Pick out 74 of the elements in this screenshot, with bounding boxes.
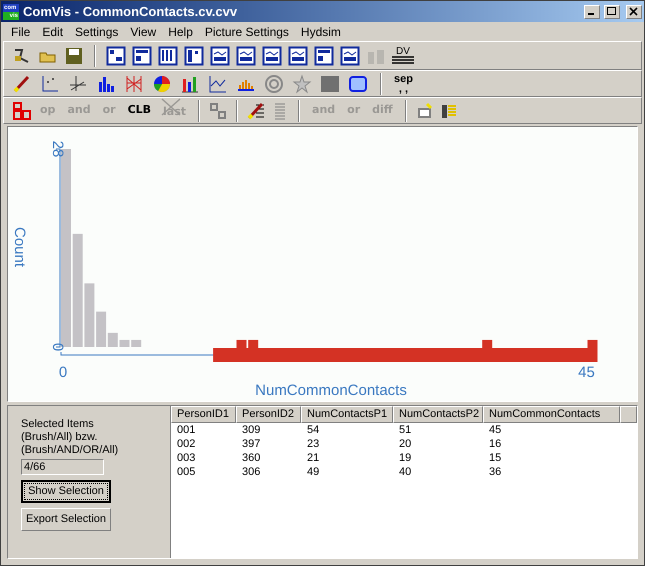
table-cell-text: 002 (176, 437, 196, 451)
y-tick-label: 0 (49, 342, 66, 352)
menu-item[interactable]: View (124, 22, 162, 40)
table-cell-text: 306 (241, 465, 262, 479)
selection-label: Selected Items (21, 418, 95, 431)
two-squares-icon[interactable] (208, 100, 228, 120)
table-cell-text: 49 (306, 465, 320, 479)
menu-item[interactable]: File (5, 22, 36, 40)
table-cell-text: 21 (306, 451, 320, 465)
line-chart-icon[interactable] (208, 74, 228, 94)
layout-icon[interactable] (158, 46, 178, 66)
brush-icon[interactable] (12, 74, 32, 94)
table-cell-text: 36 (488, 465, 502, 479)
column-header[interactable]: NumContactsP2 (393, 406, 483, 423)
x-tick-label: 0 (58, 364, 68, 381)
column-header[interactable]: NumContactsP1 (301, 406, 393, 423)
maximize-button[interactable] (604, 4, 620, 18)
close-icon (629, 7, 639, 16)
layout-icon[interactable] (314, 46, 334, 66)
pie-chart-icon[interactable] (152, 74, 172, 94)
layout-icon[interactable] (340, 46, 360, 66)
window-title: ComVis - CommonContacts.cv.cvv (23, 2, 238, 21)
table-cell-text: 397 (241, 437, 262, 451)
table-cell-text: 15 (488, 451, 502, 465)
table-cell-text: 360 (241, 451, 262, 465)
table-cell-text: 45 (488, 423, 502, 437)
table-cell-text: 20 (398, 437, 412, 451)
column-header[interactable]: NumCommonContacts (483, 406, 620, 423)
save-icon[interactable] (64, 46, 84, 66)
close-button[interactable] (626, 4, 642, 18)
table-cell-text: 309 (241, 423, 262, 437)
selection-button[interactable]: Export Selection (21, 508, 111, 531)
y-tick-label: 28 (49, 140, 66, 158)
layout-icon[interactable] (210, 46, 230, 66)
scatter-plot-icon[interactable] (40, 74, 60, 94)
layout-icon[interactable] (288, 46, 308, 66)
menu-item[interactable]: Hydsim (294, 22, 347, 40)
selection-count-field: 4/66 (21, 459, 104, 475)
column-header[interactable]: PersonID2 (236, 406, 301, 423)
x-axis-label: NumCommonContacts (255, 382, 407, 399)
menu-item[interactable]: Picture Settings (198, 22, 295, 40)
table-cell-text: 003 (176, 451, 196, 465)
parallel-coordinates-icon[interactable] (124, 74, 144, 94)
table-cell-text: 001 (176, 423, 196, 437)
table-cell-text: 40 (398, 465, 412, 479)
menu-item[interactable]: Edit (36, 22, 70, 40)
table-cell-text: 16 (488, 437, 502, 451)
minimize-button[interactable] (584, 4, 600, 18)
column-header[interactable]: PersonID1 (171, 406, 236, 423)
table-cell-text: 19 (398, 451, 412, 465)
table-cell-text: 51 (398, 423, 412, 437)
star-icon[interactable] (292, 74, 312, 94)
selection-label: (Brush/All) bzw. (21, 431, 98, 444)
square-icon[interactable] (320, 74, 340, 94)
y-axis-label: Count (11, 226, 28, 268)
toolbar-text-button[interactable]: CLB (124, 102, 156, 119)
scatter-plot-icon[interactable] (68, 74, 88, 94)
layout-icon[interactable] (262, 46, 282, 66)
squares-icon[interactable] (12, 100, 32, 120)
layout-icon[interactable] (106, 46, 126, 66)
brush-lines-icon[interactable] (246, 100, 266, 120)
selection-button[interactable]: Show Selection (21, 480, 111, 503)
menu-item[interactable]: Settings (69, 22, 124, 40)
layout-icon[interactable] (132, 46, 152, 66)
table-cell-text: 54 (306, 423, 320, 437)
selection-label: (Brush/AND/OR/All) (21, 444, 120, 457)
sep-button[interactable]: sep , , (394, 74, 413, 94)
x-tick-label: 45 (578, 364, 595, 381)
layout-icon[interactable] (236, 46, 256, 66)
menu-item[interactable]: Help (162, 22, 199, 40)
table-cell-text: 005 (176, 465, 196, 479)
table-cell-text: 23 (306, 437, 320, 451)
layout-icon[interactable] (184, 46, 204, 66)
maximize-icon (607, 7, 617, 16)
